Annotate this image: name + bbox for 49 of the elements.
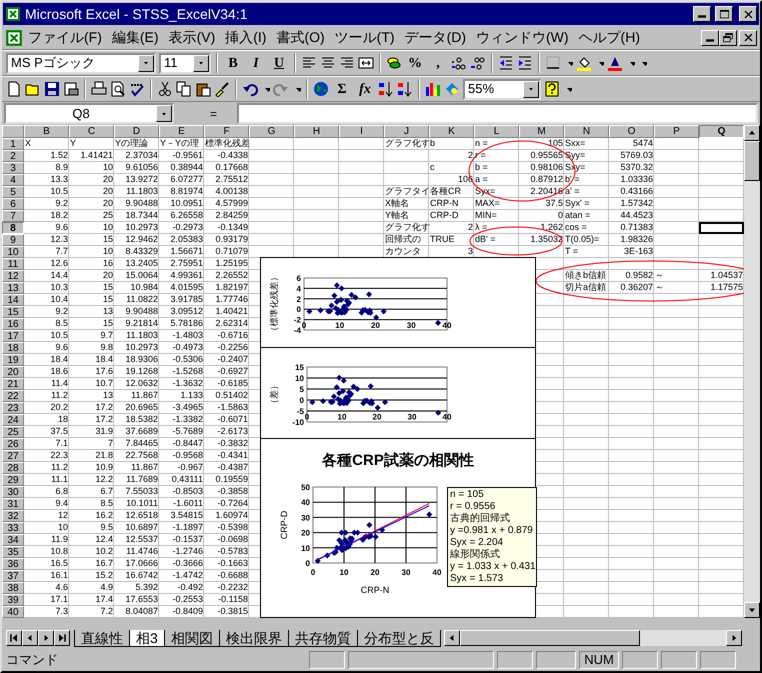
- axis-label: （差）: [269, 381, 279, 408]
- tick-label: 40: [432, 568, 442, 577]
- legend-text: n = 105: [450, 489, 485, 501]
- tick-label: 30: [301, 513, 310, 522]
- axis-label: （標準化残差）: [269, 272, 279, 336]
- tick-label: 20: [301, 528, 310, 538]
- tick-label: 2: [296, 294, 301, 304]
- tick-label: 5: [300, 385, 304, 394]
- legend-text: 古典的回帰式: [450, 513, 511, 525]
- tick-label: 10: [301, 544, 310, 553]
- tick-label: -10: [292, 418, 304, 427]
- tick-label: 0: [300, 396, 304, 405]
- tick-label: 0: [304, 412, 310, 422]
- tick-label: 40: [301, 498, 310, 508]
- tick-label: 0: [302, 320, 306, 330]
- tick-label: 30: [408, 412, 416, 422]
- tick-label: 20: [370, 568, 380, 577]
- axis-label: CRP-D: [279, 510, 289, 540]
- axis-label: CRP-N: [360, 585, 390, 595]
- tick-label: 40: [442, 320, 452, 330]
- status-indicator: NUM: [579, 651, 619, 669]
- tick-label: 0: [296, 305, 301, 314]
- chart-title: 各種CRP試薬の相関性: [322, 452, 474, 469]
- tick-label: 10: [295, 374, 304, 383]
- tick-label: 0: [310, 568, 316, 577]
- tick-label: -4: [294, 326, 301, 335]
- tick-label: 10: [338, 412, 346, 422]
- legend-text: Syx = 2.204: [450, 537, 504, 548]
- legend-text: y = 1.033 x + 0.431: [450, 561, 534, 573]
- tick-label: -2: [294, 316, 301, 325]
- tick-label: 4: [296, 284, 301, 294]
- tick-label: 20: [371, 320, 380, 330]
- tick-label: -5: [296, 407, 304, 416]
- tick-label: 10: [340, 568, 348, 577]
- status-text: コマンド: [6, 651, 59, 670]
- window-title: Microsoft Excel - STSS_ExcelV34:1: [25, 4, 249, 24]
- tick-label: 15: [295, 363, 304, 372]
- tick-label: 40: [442, 412, 452, 422]
- legend-text: 線形関係式: [450, 549, 501, 561]
- legend-text: r = 0.9556: [450, 501, 496, 512]
- legend-text: Syx = 1.573: [450, 573, 504, 585]
- tick-label: 6: [296, 274, 301, 283]
- tick-label: 20: [372, 412, 382, 422]
- tick-label: 0: [306, 559, 310, 568]
- tick-label: 50: [301, 483, 310, 492]
- tick-label: 10: [335, 320, 344, 330]
- tick-label: 30: [402, 568, 410, 577]
- legend-text: y =0.981 x + 0.879: [450, 525, 534, 537]
- tick-label: 30: [406, 320, 416, 330]
